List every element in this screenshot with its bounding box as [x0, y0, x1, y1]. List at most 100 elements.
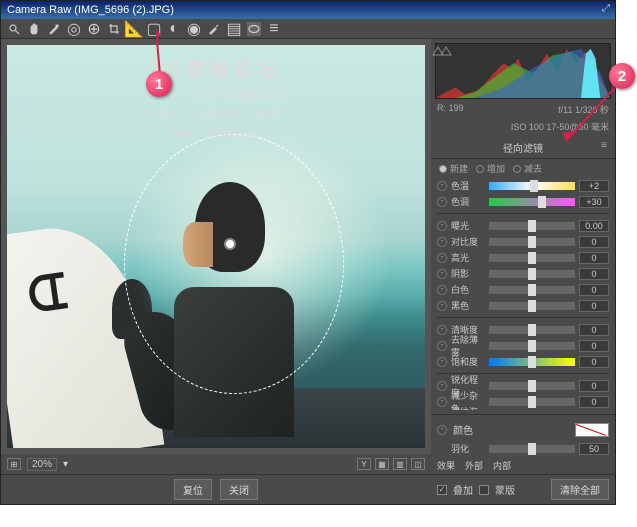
image-canvas[interactable]: ᗭ PS教程论坛 学PS，就到PS教程论坛 BBS.16XX8.COM 作者：@… — [1, 39, 431, 454]
color-swatch[interactable] — [575, 423, 609, 437]
slider-value[interactable]: +2 — [579, 180, 609, 192]
effect-row: 效果 外部 内部 — [431, 457, 615, 474]
view-icon[interactable]: ▦ — [375, 458, 389, 470]
slider-label: 曝光 — [451, 219, 485, 232]
color-label: 颜色 — [453, 422, 473, 437]
slider-value[interactable]: 0 — [579, 380, 609, 392]
slider-label: 色温 — [451, 179, 485, 192]
sliders-list: -色温+2-色调+30-曝光0.00-对比度0-高光0-阴影0-白色0-黑色0-… — [431, 178, 615, 410]
mode-add[interactable]: 增加 — [476, 162, 505, 175]
slider-track[interactable] — [489, 342, 575, 350]
radial-filter-tool[interactable] — [247, 22, 261, 36]
slider-track[interactable] — [489, 270, 575, 278]
slider-track[interactable] — [489, 382, 575, 390]
crop-tool[interactable] — [107, 22, 121, 36]
slider-reset-icon[interactable]: - — [437, 301, 447, 311]
slider-value[interactable]: 0 — [579, 284, 609, 296]
slider-label: 阴影 — [451, 267, 485, 280]
reset-button[interactable]: 复位 — [174, 479, 212, 500]
zoom-tool[interactable] — [7, 22, 21, 36]
grad-filter-tool[interactable]: ▤ — [227, 22, 241, 36]
effect-inside[interactable]: 内部 — [493, 459, 511, 472]
target-tool[interactable]: ⊕ — [87, 22, 101, 36]
straighten-tool[interactable]: 📐 — [127, 22, 141, 36]
slider-白色: -白色 0 — [437, 282, 609, 297]
slider-track[interactable] — [489, 302, 575, 310]
wb-tool[interactable] — [47, 22, 61, 36]
grid-icon[interactable]: ⊞ — [7, 458, 21, 470]
effect-outside[interactable]: 外部 — [465, 459, 483, 472]
slider-色调: -色调 +30 — [437, 194, 609, 209]
color-reset-icon[interactable]: - — [437, 425, 447, 435]
slider-色温: -色温 +2 — [437, 178, 609, 193]
slider-value[interactable]: 0 — [579, 300, 609, 312]
slider-reset-icon[interactable]: - — [437, 221, 447, 231]
slider-reset-icon[interactable]: - — [437, 181, 447, 191]
annotation-badge-2: 2 — [609, 63, 635, 89]
slider-label: 色调 — [451, 195, 485, 208]
hand-tool[interactable] — [27, 22, 41, 36]
photo-logo: ᗭ — [24, 264, 71, 325]
slider-reset-icon[interactable]: - — [437, 381, 447, 391]
slider-track[interactable] — [489, 398, 575, 406]
slider-value[interactable]: 0 — [579, 356, 609, 368]
slider-label: 白色 — [451, 283, 485, 296]
slider-value[interactable]: 0 — [579, 268, 609, 280]
slider-track[interactable] — [489, 238, 575, 246]
effect-label: 效果 — [437, 459, 455, 472]
mask-checkbox[interactable] — [479, 485, 489, 495]
overlay-checkbox[interactable]: ✓ — [437, 485, 447, 495]
slider-reset-icon[interactable]: - — [437, 269, 447, 279]
slider-reset-icon[interactable]: - — [437, 341, 447, 351]
slider-value[interactable]: 0 — [579, 324, 609, 336]
slider-饱和度: -饱和度0 — [437, 354, 609, 369]
slider-value[interactable]: 0 — [579, 252, 609, 264]
toolbar: ◎ ⊕ 📐 ▢ ◐ ◉ ▤ ≡ — [1, 19, 615, 39]
slider-去除薄雾: -去除薄雾0 — [437, 338, 609, 353]
slider-对比度: -对比度0 — [437, 234, 609, 249]
redeye-tool[interactable]: ◉ — [187, 22, 201, 36]
slider-track[interactable] — [489, 182, 575, 190]
slider-track[interactable] — [489, 286, 575, 294]
feather-label: 羽化 — [451, 442, 485, 455]
slider-reset-icon[interactable]: - — [437, 397, 447, 407]
slider-value[interactable]: 0 — [579, 340, 609, 352]
view2-icon[interactable]: ▥ — [393, 458, 407, 470]
slider-reset-icon[interactable]: - — [437, 253, 447, 263]
slider-黑色: -黑色 0 — [437, 298, 609, 313]
feather-slider[interactable] — [489, 445, 575, 453]
feather-row: 羽化 50 — [431, 440, 615, 457]
slider-value[interactable]: 0 — [579, 396, 609, 408]
slider-高光: -高光0 — [437, 250, 609, 265]
slider-reset-icon[interactable]: - — [437, 237, 447, 247]
view3-icon[interactable]: ◫ — [411, 458, 425, 470]
color-sampler-tool[interactable]: ◎ — [67, 22, 81, 36]
compare-icon[interactable]: Y — [357, 458, 371, 470]
color-row: - 颜色 — [431, 419, 615, 440]
adjust-brush-tool[interactable] — [207, 22, 221, 36]
feather-value[interactable]: 50 — [579, 443, 609, 455]
slider-value[interactable]: 0.00 — [579, 220, 609, 232]
prefs-tool[interactable]: ≡ — [267, 22, 281, 36]
clear-all-button[interactable]: 清除全部 — [551, 479, 609, 500]
slider-label: 黑色 — [451, 299, 485, 312]
mode-new[interactable]: 新建 — [439, 162, 468, 175]
slider-value[interactable]: 0 — [579, 236, 609, 248]
slider-track[interactable] — [489, 198, 575, 206]
mode-row: 新建 增加 减去 — [431, 159, 615, 178]
zoom-dropdown-icon[interactable]: ▾ — [63, 459, 68, 470]
slider-track[interactable] — [489, 254, 575, 262]
slider-track[interactable] — [489, 222, 575, 230]
radial-filter-ellipse[interactable] — [124, 134, 344, 394]
canvas-footer: ⊞ 20% ▾ Y ▦ ▥ ◫ — [1, 454, 431, 474]
slider-reset-icon[interactable]: - — [437, 357, 447, 367]
zoom-level[interactable]: 20% — [27, 458, 57, 471]
slider-track[interactable] — [489, 358, 575, 366]
mode-sub[interactable]: 减去 — [513, 162, 542, 175]
slider-reset-icon[interactable]: - — [437, 285, 447, 295]
done-button[interactable]: 关闭 — [220, 479, 258, 500]
slider-value[interactable]: +30 — [579, 196, 609, 208]
slider-reset-icon[interactable]: - — [437, 325, 447, 335]
slider-track[interactable] — [489, 326, 575, 334]
slider-reset-icon[interactable]: - — [437, 197, 447, 207]
